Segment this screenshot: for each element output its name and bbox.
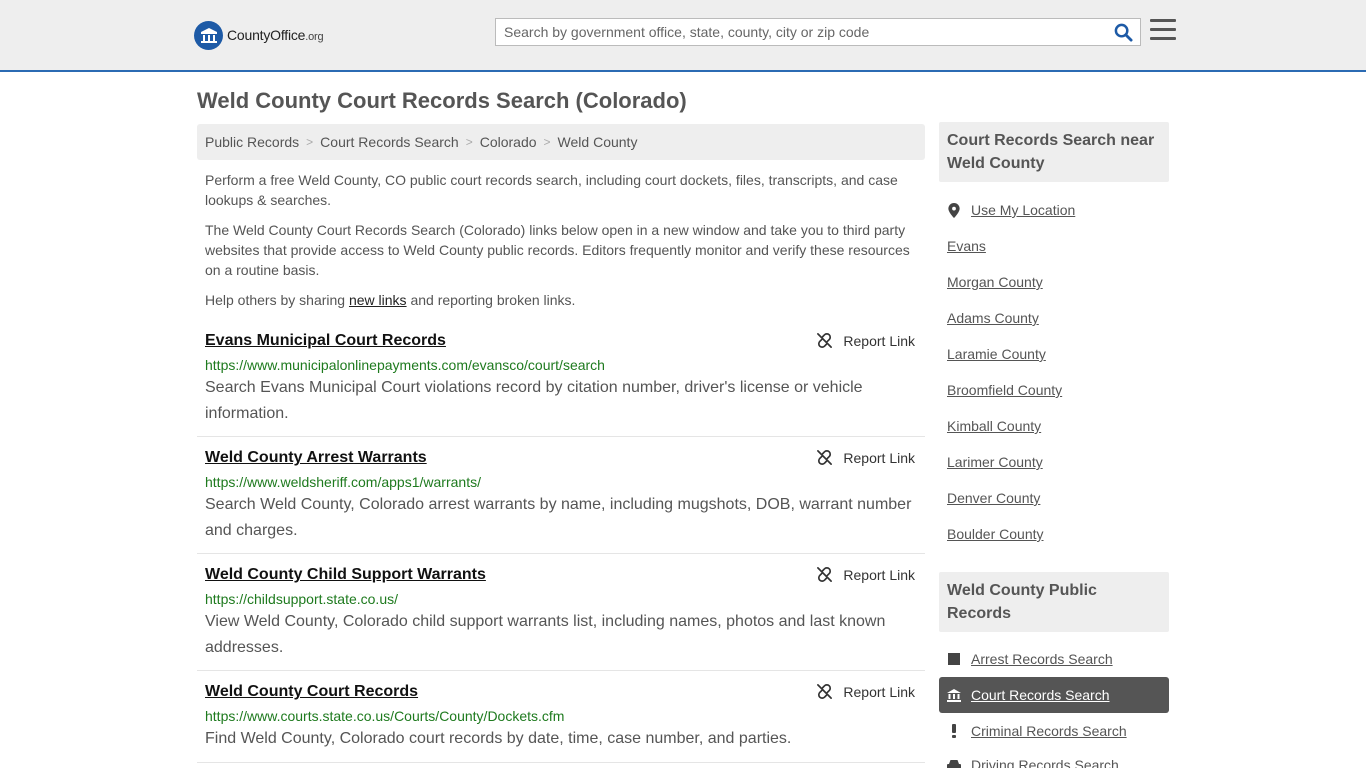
use-my-location-link[interactable]: Use My Location [947,202,1075,218]
exclamation-icon [947,724,961,738]
nearby-link-kimball-county[interactable]: Kimball County [947,418,1041,434]
nearby-link-broomfield-county[interactable]: Broomfield County [947,382,1062,398]
result-item: Weld County Court Records Report Link ht… [197,671,925,763]
result-title-link[interactable]: Evans Municipal Court Records [205,332,446,350]
sidebar-nearby-heading: Court Records Search near Weld County [939,122,1169,182]
report-link-label: Report Link [843,683,915,700]
report-link-button[interactable]: Report Link [816,566,915,583]
intro-help-text-end: and reporting broken links. [406,292,576,308]
new-links-link[interactable]: new links [349,292,407,308]
car-icon [947,759,961,768]
map-pin-icon [947,202,961,218]
breadcrumb-weld-county[interactable]: Weld County [558,134,638,150]
criminal-records-search-label: Criminal Records Search [971,723,1127,739]
sidebar-nearby: Court Records Search near Weld County Us… [939,122,1169,542]
nearby-link-laramie-county[interactable]: Laramie County [947,346,1046,362]
result-url: https://www.courts.state.co.us/Courts/Co… [205,708,565,724]
result-description: Search Evans Municipal Court violations … [205,379,863,422]
sidebar-public-heading: Weld County Public Records [939,572,1169,632]
hamburger-menu-icon[interactable] [1150,19,1176,43]
logo-suffix: .org [305,31,324,43]
result-title-link[interactable]: Weld County Court Records [205,683,418,701]
page-title: Weld County Court Records Search (Colora… [197,88,687,113]
breadcrumb-public-records[interactable]: Public Records [205,134,299,150]
nearby-link-denver-county[interactable]: Denver County [947,490,1040,506]
driving-records-search-label: Driving Records Search [971,757,1119,768]
result-description: Search Weld County, Colorado arrest warr… [205,496,912,539]
result-title-link[interactable]: Weld County Child Support Warrants [205,566,486,584]
result-url: https://www.municipalonlinepayments.com/… [205,357,605,373]
report-link-button[interactable]: Report Link [816,683,915,700]
breadcrumb-separator-icon: > [465,135,473,149]
nearby-link-adams-county[interactable]: Adams County [947,310,1039,326]
intro-paragraph-1: Perform a free Weld County, CO public co… [205,172,898,208]
report-link-button[interactable]: Report Link [816,449,915,466]
nearby-link-evans[interactable]: Evans [947,238,986,254]
breadcrumb: Public Records > Court Records Search > … [197,124,925,160]
result-url: https://www.weldsheriff.com/apps1/warran… [205,474,481,490]
breadcrumb-separator-icon: > [306,135,314,149]
result-item: Evans Municipal Court Records Report Lin… [197,320,925,437]
driving-records-search-link[interactable]: Driving Records Search [947,757,1119,768]
sidebar-public-records: Weld County Public Records Arrest Record… [939,572,1169,768]
search-box [495,18,1141,46]
breadcrumb-court-records-search[interactable]: Court Records Search [320,134,459,150]
courthouse-icon [947,688,961,702]
result-url: https://childsupport.state.co.us/ [205,591,398,607]
broken-link-icon [817,450,833,465]
result-item: Weld County Child Support Warrants Repor… [197,554,925,671]
site-header: CountyOffice.org [0,0,1366,72]
nearby-link-morgan-county[interactable]: Morgan County [947,274,1043,290]
report-link-label: Report Link [843,566,915,583]
search-icon [1114,23,1133,42]
broken-link-icon [817,684,833,699]
result-description: View Weld County, Colorado child support… [205,613,886,656]
result-item: Weld County Arrest Warrants Report Link … [197,437,925,554]
logo-text: CountyOffice.org [227,27,324,43]
report-link-button[interactable]: Report Link [816,332,915,349]
intro-paragraph-2: The Weld County Court Records Search (Co… [205,222,910,278]
court-records-search-link[interactable]: Court Records Search [947,687,1110,703]
search-input[interactable] [496,19,1096,45]
search-button[interactable] [1112,22,1134,42]
arrest-records-search-label: Arrest Records Search [971,651,1113,667]
broken-link-icon [817,567,833,582]
broken-link-icon [817,333,833,348]
court-records-search-label: Court Records Search [971,687,1110,703]
use-my-location-label: Use My Location [971,202,1076,218]
logo-emblem-icon [194,20,223,50]
square-icon [947,653,961,665]
logo-main: CountyOffice [227,27,306,43]
intro-paragraph-3: Help others by sharing new links and rep… [205,290,920,310]
intro-help-text: Help others by sharing [205,292,349,308]
breadcrumb-colorado[interactable]: Colorado [480,134,537,150]
arrest-records-search-link[interactable]: Arrest Records Search [947,651,1113,667]
nearby-link-boulder-county[interactable]: Boulder County [947,526,1044,542]
site-logo[interactable]: CountyOffice.org [194,20,324,50]
report-link-label: Report Link [843,332,915,349]
breadcrumb-separator-icon: > [543,135,551,149]
nearby-link-larimer-county[interactable]: Larimer County [947,454,1043,470]
criminal-records-search-link[interactable]: Criminal Records Search [947,723,1127,739]
report-link-label: Report Link [843,449,915,466]
result-title-link[interactable]: Weld County Arrest Warrants [205,449,427,467]
result-description: Find Weld County, Colorado court records… [205,730,792,747]
